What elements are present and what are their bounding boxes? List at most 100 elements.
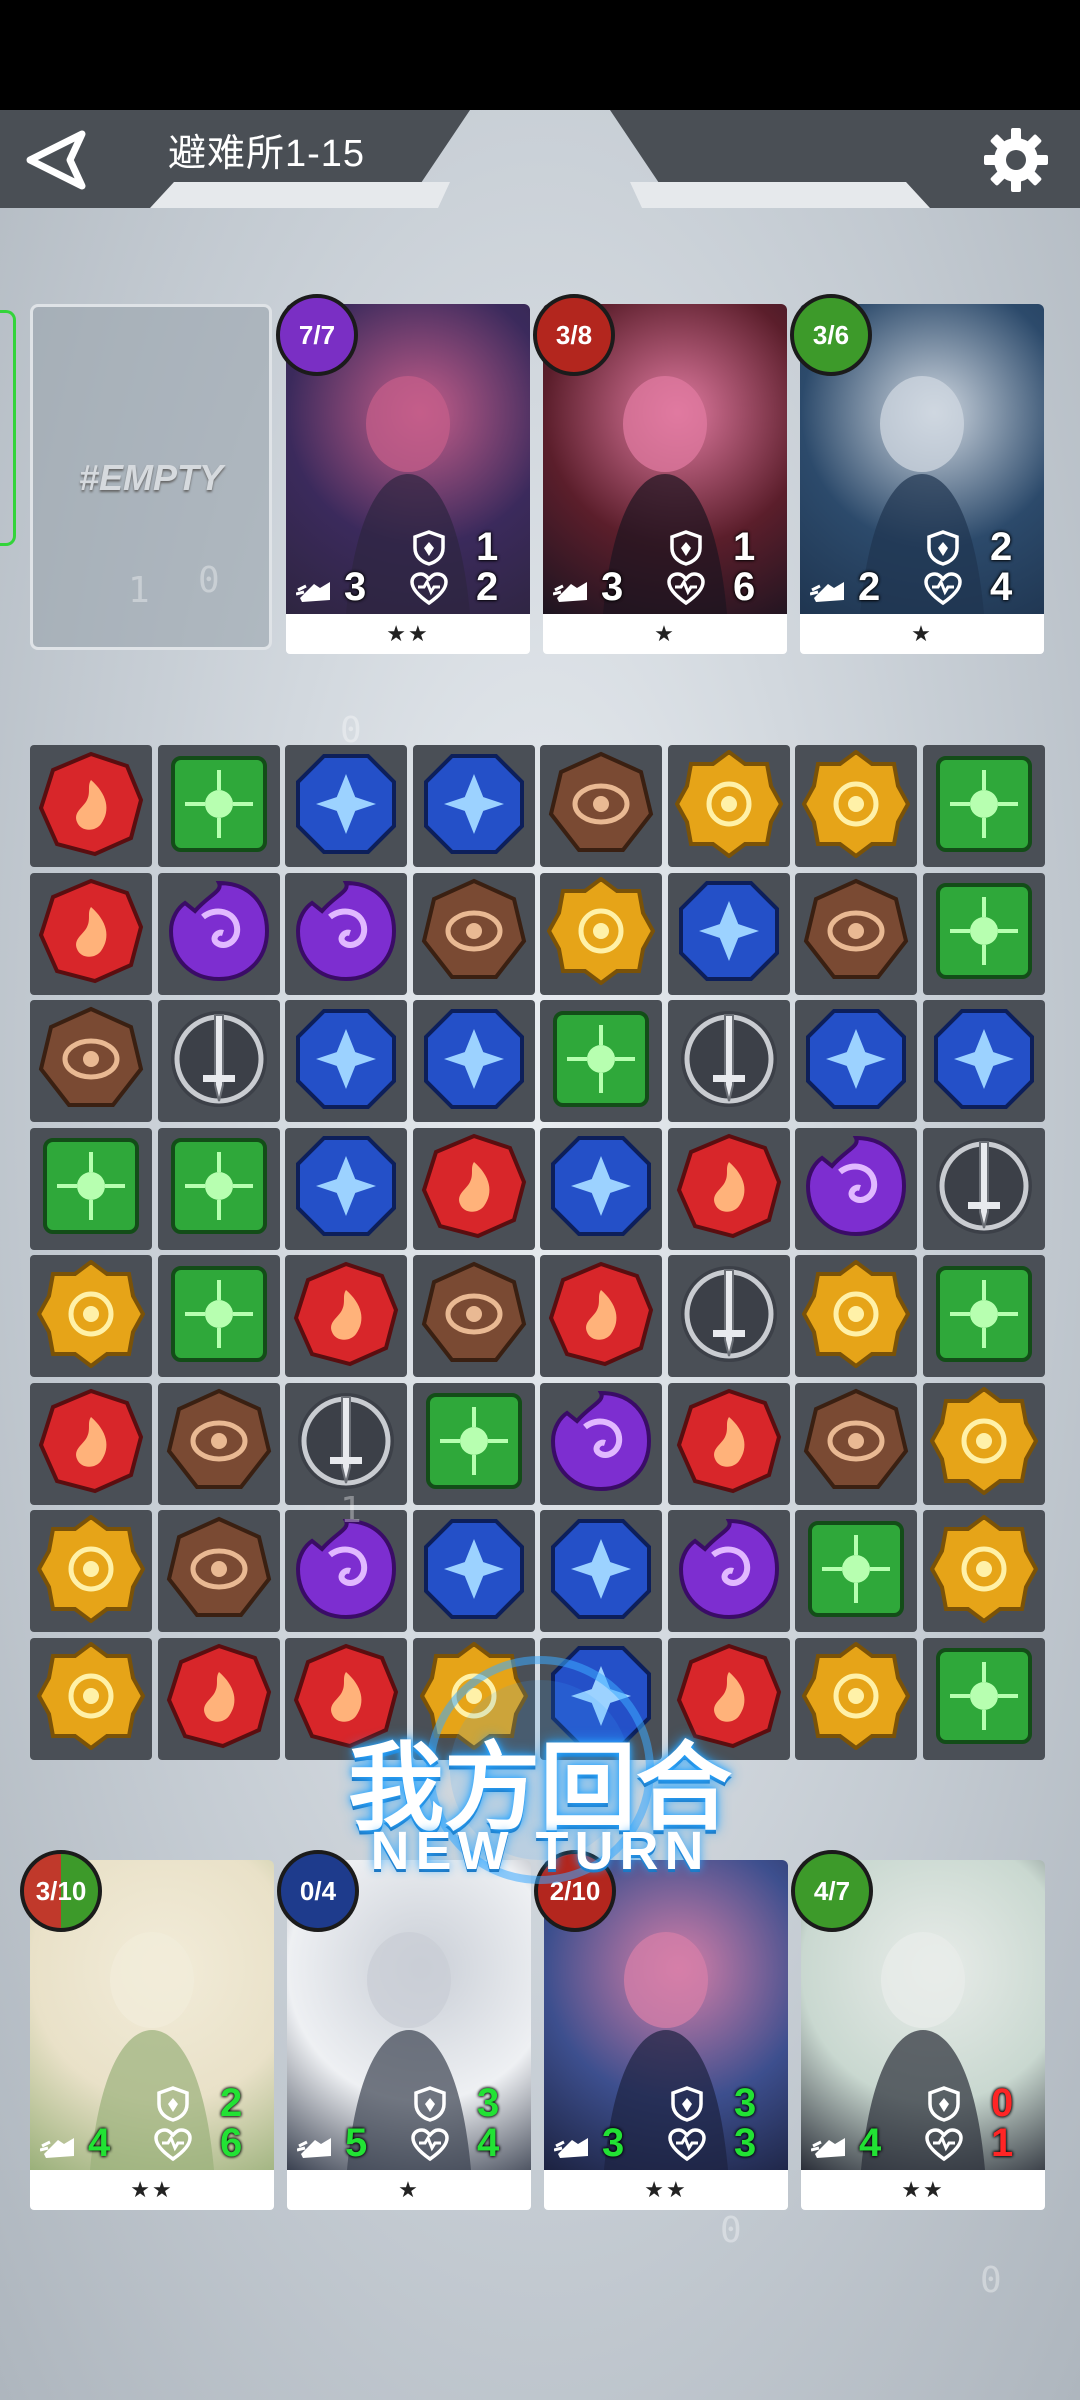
player-card[interactable]: 5 3 4 ★ 0/4 (277, 1850, 531, 2210)
gem-cell[interactable] (540, 1255, 662, 1377)
gem-cell[interactable] (922, 1510, 1045, 1632)
gem-cell[interactable] (922, 872, 1045, 995)
gem-cell[interactable] (795, 1127, 917, 1250)
gem-cell[interactable] (667, 745, 790, 867)
heart-icon (668, 2128, 706, 2162)
fire-gem-icon (675, 1132, 783, 1245)
shield-icon (927, 2086, 961, 2122)
gem-cell[interactable] (540, 1000, 662, 1122)
gem-cell[interactable] (540, 745, 662, 867)
gem-cell[interactable] (30, 1127, 152, 1250)
water-gem-icon (292, 1005, 400, 1118)
gem-cell[interactable] (667, 1382, 790, 1505)
gem-cell[interactable] (922, 745, 1045, 867)
gem-cell[interactable] (157, 1637, 280, 1760)
gem-cell[interactable] (540, 1510, 662, 1632)
gem-cell[interactable] (30, 745, 152, 867)
gem-cell[interactable] (30, 872, 152, 995)
gem-cell[interactable] (157, 1255, 280, 1377)
gem-cell[interactable] (157, 872, 280, 995)
gem-cell[interactable] (667, 872, 790, 995)
empty-card-slot[interactable]: #EMPTY (30, 304, 272, 650)
water-gem-icon (420, 750, 528, 863)
gem-cell[interactable] (922, 1127, 1045, 1250)
settings-button[interactable] (980, 124, 1052, 196)
gem-cell[interactable] (540, 1382, 662, 1505)
nature-gem-icon (37, 1132, 145, 1245)
player-card[interactable]: 4 0 1 ★★ 4/7 (791, 1850, 1045, 2210)
gem-cell[interactable] (667, 1000, 790, 1122)
gem-cell[interactable] (412, 745, 535, 867)
gem-cell[interactable] (157, 1000, 280, 1122)
gem-cell[interactable] (795, 872, 917, 995)
gem-cell[interactable] (667, 1510, 790, 1632)
card-charge-badge: 7/7 (276, 294, 358, 376)
gem-cell[interactable] (285, 1382, 407, 1505)
gem-cell[interactable] (540, 1127, 662, 1250)
card-stats: 5 34 (287, 2080, 531, 2170)
top-bar: 避难所1-15 (0, 110, 1080, 210)
gem-cell[interactable] (922, 1255, 1045, 1377)
watermark-digit: 0 (720, 2210, 742, 2251)
heart-icon (411, 2128, 449, 2162)
player-card[interactable]: 4 2 6 ★★ 3/10 (20, 1850, 274, 2210)
gem-cell[interactable] (922, 1382, 1045, 1505)
shadow-gem-icon (802, 1132, 910, 1245)
gem-cell[interactable] (157, 745, 280, 867)
shadow-gem-icon (292, 877, 400, 990)
enemy-card[interactable]: 2 2 4 ★ 3/6 (790, 294, 1044, 654)
gem-cell[interactable] (922, 1000, 1045, 1122)
water-gem-icon (292, 750, 400, 863)
gem-cell[interactable] (285, 1127, 407, 1250)
gem-cell[interactable] (922, 1637, 1045, 1760)
gem-cell[interactable] (30, 1510, 152, 1632)
gem-cell[interactable] (795, 1255, 917, 1377)
card-charge-badge: 4/7 (791, 1850, 873, 1932)
gem-cell[interactable] (30, 1637, 152, 1760)
gem-cell[interactable] (412, 1510, 535, 1632)
gem-cell[interactable] (795, 1382, 917, 1505)
gem-cell[interactable] (667, 1127, 790, 1250)
gem-cell[interactable] (667, 1255, 790, 1377)
gem-cell[interactable] (412, 1255, 535, 1377)
card-charge-badge: 3/8 (533, 294, 615, 376)
gem-cell[interactable] (412, 872, 535, 995)
gem-cell[interactable] (285, 1255, 407, 1377)
card-charge-badge: 3/10 (20, 1850, 102, 1932)
sun-gem-icon (801, 749, 911, 863)
sword-gem-icon (292, 1387, 400, 1500)
player-card[interactable]: 3 3 3 ★★ 2/10 (534, 1850, 788, 2210)
watermark-digit: 1 (340, 1490, 362, 1531)
gem-cell[interactable] (157, 1382, 280, 1505)
gem-cell[interactable] (795, 1510, 917, 1632)
fire-gem-icon (37, 877, 145, 990)
gem-cell[interactable] (157, 1127, 280, 1250)
side-panel-tab[interactable] (0, 310, 16, 546)
water-gem-icon (292, 1132, 400, 1245)
gem-cell[interactable] (30, 1382, 152, 1505)
enemy-card[interactable]: 3 1 6 ★ 3/8 (533, 294, 787, 654)
gem-cell[interactable] (795, 745, 917, 867)
gem-cell[interactable] (30, 1000, 152, 1122)
fire-gem-icon (292, 1260, 400, 1373)
back-button[interactable] (22, 128, 92, 192)
gem-cell[interactable] (412, 1000, 535, 1122)
gem-cell[interactable] (157, 1510, 280, 1632)
enemy-card[interactable]: 3 1 2 ★★ 7/7 (276, 294, 530, 654)
gem-cell[interactable] (795, 1000, 917, 1122)
earth-gem-icon (802, 877, 910, 990)
sun-gem-icon (801, 1641, 911, 1755)
boot-icon (296, 2128, 335, 2162)
sword-gem-icon (675, 1005, 783, 1118)
water-gem-icon (420, 1515, 528, 1628)
gem-cell[interactable] (412, 1127, 535, 1250)
gem-cell[interactable] (285, 745, 407, 867)
gem-cell[interactable] (795, 1637, 917, 1760)
gem-cell[interactable] (285, 872, 407, 995)
hp-value: 6 (733, 565, 756, 609)
gem-cell[interactable] (540, 872, 662, 995)
hp-value: 3 (734, 2121, 757, 2165)
gem-cell[interactable] (30, 1255, 152, 1377)
gem-cell[interactable] (285, 1000, 407, 1122)
gem-cell[interactable] (412, 1382, 535, 1505)
